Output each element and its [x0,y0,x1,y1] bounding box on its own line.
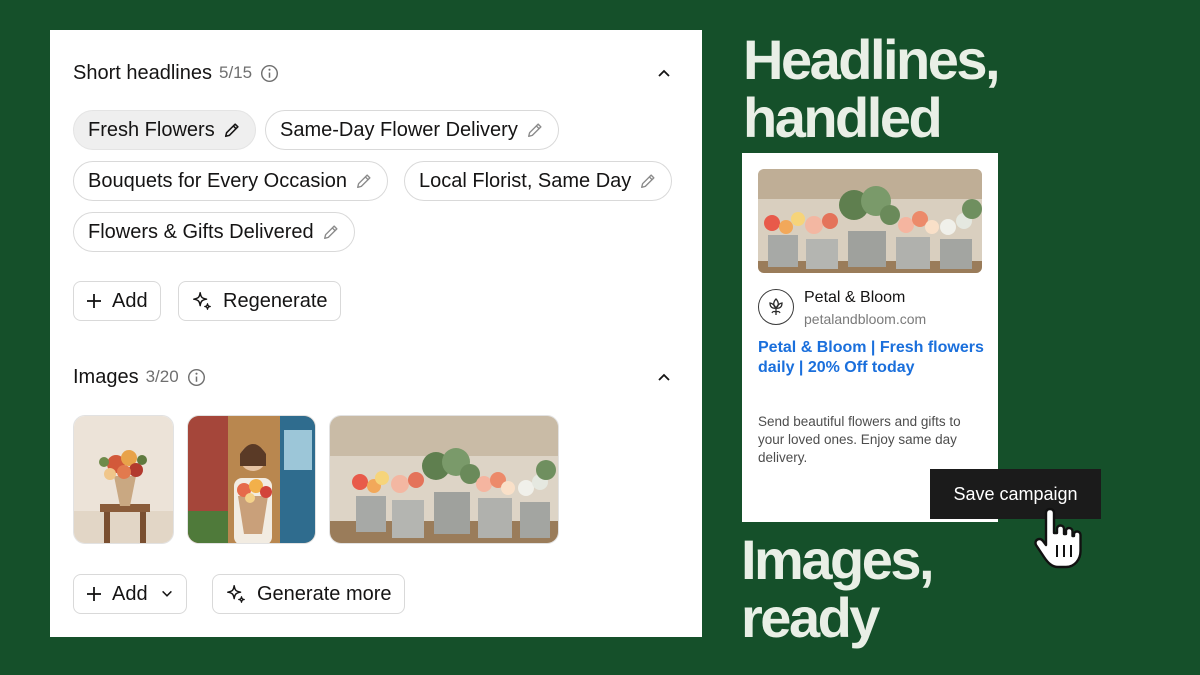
hand-cursor-icon [1030,505,1088,578]
headlines-section-title: Short headlines [73,61,212,84]
headline-chip[interactable]: Local Florist, Same Day [404,161,673,201]
images-section-header: Images 3/20 [73,363,672,391]
headlines-section-header: Short headlines 5/15 [73,59,672,87]
generate-more-label: Generate more [257,582,392,605]
sparkle-icon [191,290,213,312]
pencil-icon[interactable] [526,121,544,139]
headline-chip[interactable]: Same-Day Flower Delivery [265,110,559,150]
chevron-up-icon[interactable] [656,65,672,81]
generate-more-button[interactable]: Generate more [212,574,405,614]
info-icon[interactable] [260,64,279,83]
ad-url: petalandbloom.com [804,311,927,327]
images-count: 3/20 [145,367,179,386]
pencil-icon[interactable] [223,121,241,139]
headline-chip-label: Local Florist, Same Day [419,169,632,192]
images-tagline-line1: Images, [741,528,935,591]
editor-panel: Short headlines 5/15 Fresh Flowers Same-… [50,30,702,637]
headline-chip[interactable]: Flowers & Gifts Delivered [73,212,355,252]
headline-chip-label: Bouquets for Every Occasion [88,169,348,192]
ad-preview-card: Petal & Bloom petalandbloom.com Petal & … [742,153,998,522]
headline-chip-label: Same-Day Flower Delivery [280,118,518,141]
add-image-button[interactable]: Add [73,574,187,614]
headline-chip-label: Flowers & Gifts Delivered [88,220,314,243]
flower-logo-icon [758,289,794,325]
image-thumbnail-florist[interactable] [187,415,316,544]
sparkle-icon [225,583,247,605]
images-tagline-line2: ready [741,586,880,649]
headline-chip[interactable]: Fresh Flowers [73,110,256,150]
add-headline-button[interactable]: Add [73,281,161,321]
headlines-count: 5/15 [218,63,253,82]
images-section-title: Images [73,365,139,388]
ad-headline-link[interactable]: Petal & Bloom | Fresh flowers daily | 20… [758,338,984,378]
info-icon[interactable] [187,368,206,387]
regenerate-button[interactable]: Regenerate [178,281,341,321]
headlines-tagline-line1: Headlines, [743,28,1001,91]
headlines-tagline-line2: handled [743,86,943,149]
add-headline-label: Add [112,289,148,312]
regenerate-label: Regenerate [223,289,328,312]
pencil-icon[interactable] [322,223,340,241]
ad-description: Send beautiful flowers and gifts to your… [758,414,961,465]
headline-chip-label: Fresh Flowers [88,118,215,141]
images-tagline: Images, ready [741,528,935,649]
chevron-up-icon[interactable] [656,369,672,385]
chevron-down-icon [160,587,174,601]
plus-icon [86,586,102,602]
image-thumbnail-bouquet[interactable] [73,415,174,544]
ad-preview-image [758,169,982,273]
pencil-icon[interactable] [639,172,657,190]
add-image-label: Add [112,582,148,605]
ad-brand-name: Petal & Bloom [804,289,906,306]
plus-icon [86,293,102,309]
image-thumbnail-flower-buckets[interactable] [329,415,559,544]
headlines-tagline: Headlines, handled [743,28,1001,149]
headline-chip[interactable]: Bouquets for Every Occasion [73,161,389,201]
pencil-icon[interactable] [355,172,373,190]
